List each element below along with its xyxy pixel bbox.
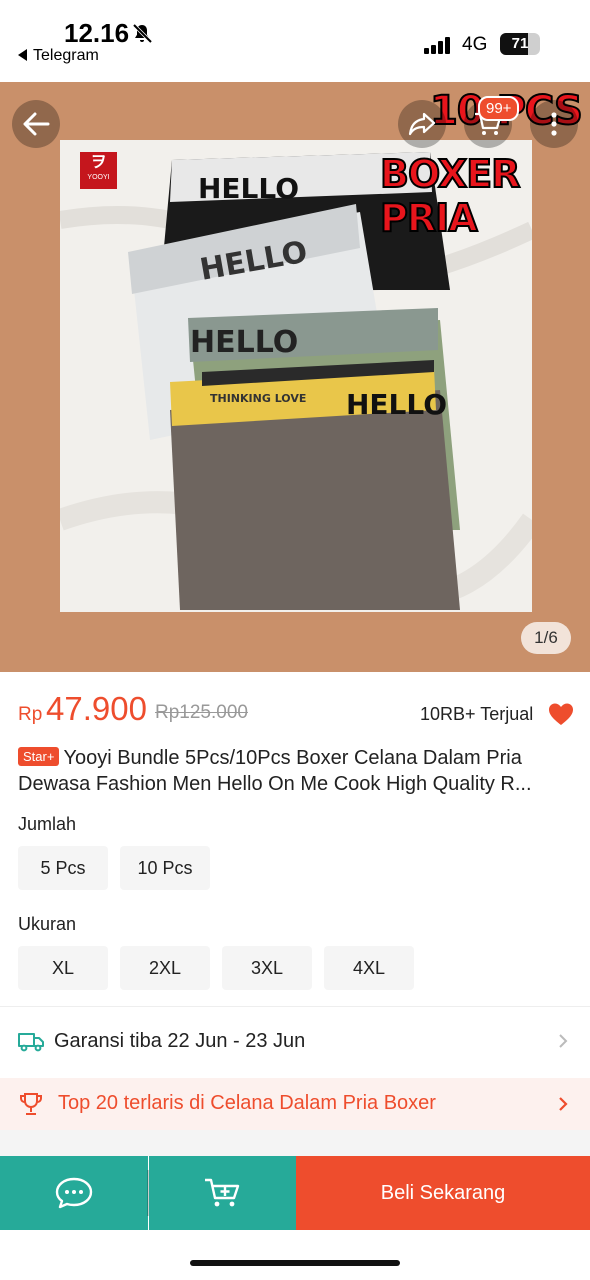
sold-count: 10RB+ Terjual xyxy=(420,704,534,724)
shipping-guarantee-row[interactable]: Garansi tiba 22 Jun - 23 Jun xyxy=(0,1012,590,1072)
waistband-text-black: HELLO xyxy=(198,172,299,205)
bell-off-icon xyxy=(132,23,153,44)
product-title: Star+ Yooyi Bundle 5Pcs/10Pcs Boxer Celan… xyxy=(18,745,574,797)
top-seller-text: Top 20 terlaris di Celana Dalam Pria Box… xyxy=(58,1092,436,1114)
promo-title-text: BOXER PRIA xyxy=(379,151,521,241)
size-option-2xl[interactable]: 2XL xyxy=(120,946,210,990)
title-text-1: Yooyi Bundle 5Pcs/10Pcs Boxer Celana Dal… xyxy=(63,747,522,769)
size-option-4xl[interactable]: 4XL xyxy=(324,946,414,990)
chat-icon xyxy=(55,1177,93,1209)
clock: 12.16 xyxy=(64,18,130,48)
share-icon xyxy=(408,112,436,136)
title-line-1: Star+ Yooyi Bundle 5Pcs/10Pcs Boxer Celan… xyxy=(18,745,574,771)
back-arrow-icon xyxy=(23,112,50,136)
section-gap xyxy=(0,1130,590,1156)
brand-logo: ヲ YOOYI xyxy=(80,152,117,189)
chevron-right-icon xyxy=(559,1034,568,1048)
size-label: Ukuran xyxy=(18,914,77,934)
quantity-option-10pcs[interactable]: 10 Pcs xyxy=(120,846,210,890)
bottom-action-bar: Beli Sekarang xyxy=(0,1156,590,1230)
top-seller-row[interactable]: Top 20 terlaris di Celana Dalam Pria Box… xyxy=(0,1078,590,1130)
size-option-3xl[interactable]: 3XL xyxy=(222,946,312,990)
cart-count-badge: 99+ xyxy=(478,96,520,121)
add-to-cart-button[interactable] xyxy=(149,1156,296,1230)
brand-logo-text: YOOYI xyxy=(87,174,110,181)
image-page-counter: 1/6 xyxy=(521,622,571,654)
quantity-option-5pcs[interactable]: 5 Pcs xyxy=(18,846,108,890)
title-line-2: Dewasa Fashion Men Hello On Me Cook High… xyxy=(18,773,532,795)
buy-now-button[interactable]: Beli Sekarang xyxy=(296,1156,590,1230)
battery-level: 71 xyxy=(511,35,529,52)
product-image-gallery[interactable]: HELLO HELLO HELLO HELLO THINKING LOVE ヲ … xyxy=(0,82,590,672)
back-button[interactable] xyxy=(12,100,60,148)
add-to-cart-icon xyxy=(204,1178,239,1207)
waistband-text-yellow: HELLO xyxy=(346,388,447,421)
quantity-label: Jumlah xyxy=(18,814,77,834)
star-plus-badge: Star+ xyxy=(18,747,60,766)
favorite-heart-icon[interactable] xyxy=(548,702,574,726)
status-bar: 12.16 Telegram 4G 71 xyxy=(0,0,590,82)
chevron-right-icon xyxy=(559,1097,568,1111)
share-button[interactable] xyxy=(398,100,446,148)
original-price: Rp125.000 xyxy=(155,702,248,723)
waistband-text-green: HELLO xyxy=(190,325,298,360)
battery-icon: 71 xyxy=(500,33,540,55)
home-indicator[interactable] xyxy=(190,1260,400,1266)
back-app-label: Telegram xyxy=(33,47,99,64)
price-row: Rp 47.900 Rp125.000 10RB+ Terjual xyxy=(18,690,574,734)
price-currency: Rp xyxy=(18,704,43,725)
truck-icon xyxy=(18,1033,44,1052)
trophy-icon xyxy=(20,1093,42,1115)
shipping-text: Garansi tiba 22 Jun - 23 Jun xyxy=(54,1030,306,1052)
back-triangle-icon xyxy=(18,49,27,61)
current-price: 47.900 xyxy=(46,690,147,727)
chat-button[interactable] xyxy=(0,1156,148,1230)
back-to-app-link[interactable]: Telegram xyxy=(18,47,99,65)
network-type: 4G xyxy=(462,34,488,55)
brand-logo-mark: ヲ xyxy=(90,154,107,171)
more-options-button[interactable] xyxy=(530,100,578,148)
more-vertical-icon xyxy=(551,112,557,136)
size-option-xl[interactable]: XL xyxy=(18,946,108,990)
divider xyxy=(0,1006,590,1007)
signal-icon xyxy=(424,36,452,54)
waistband-tagline: THINKING LOVE xyxy=(210,392,306,405)
